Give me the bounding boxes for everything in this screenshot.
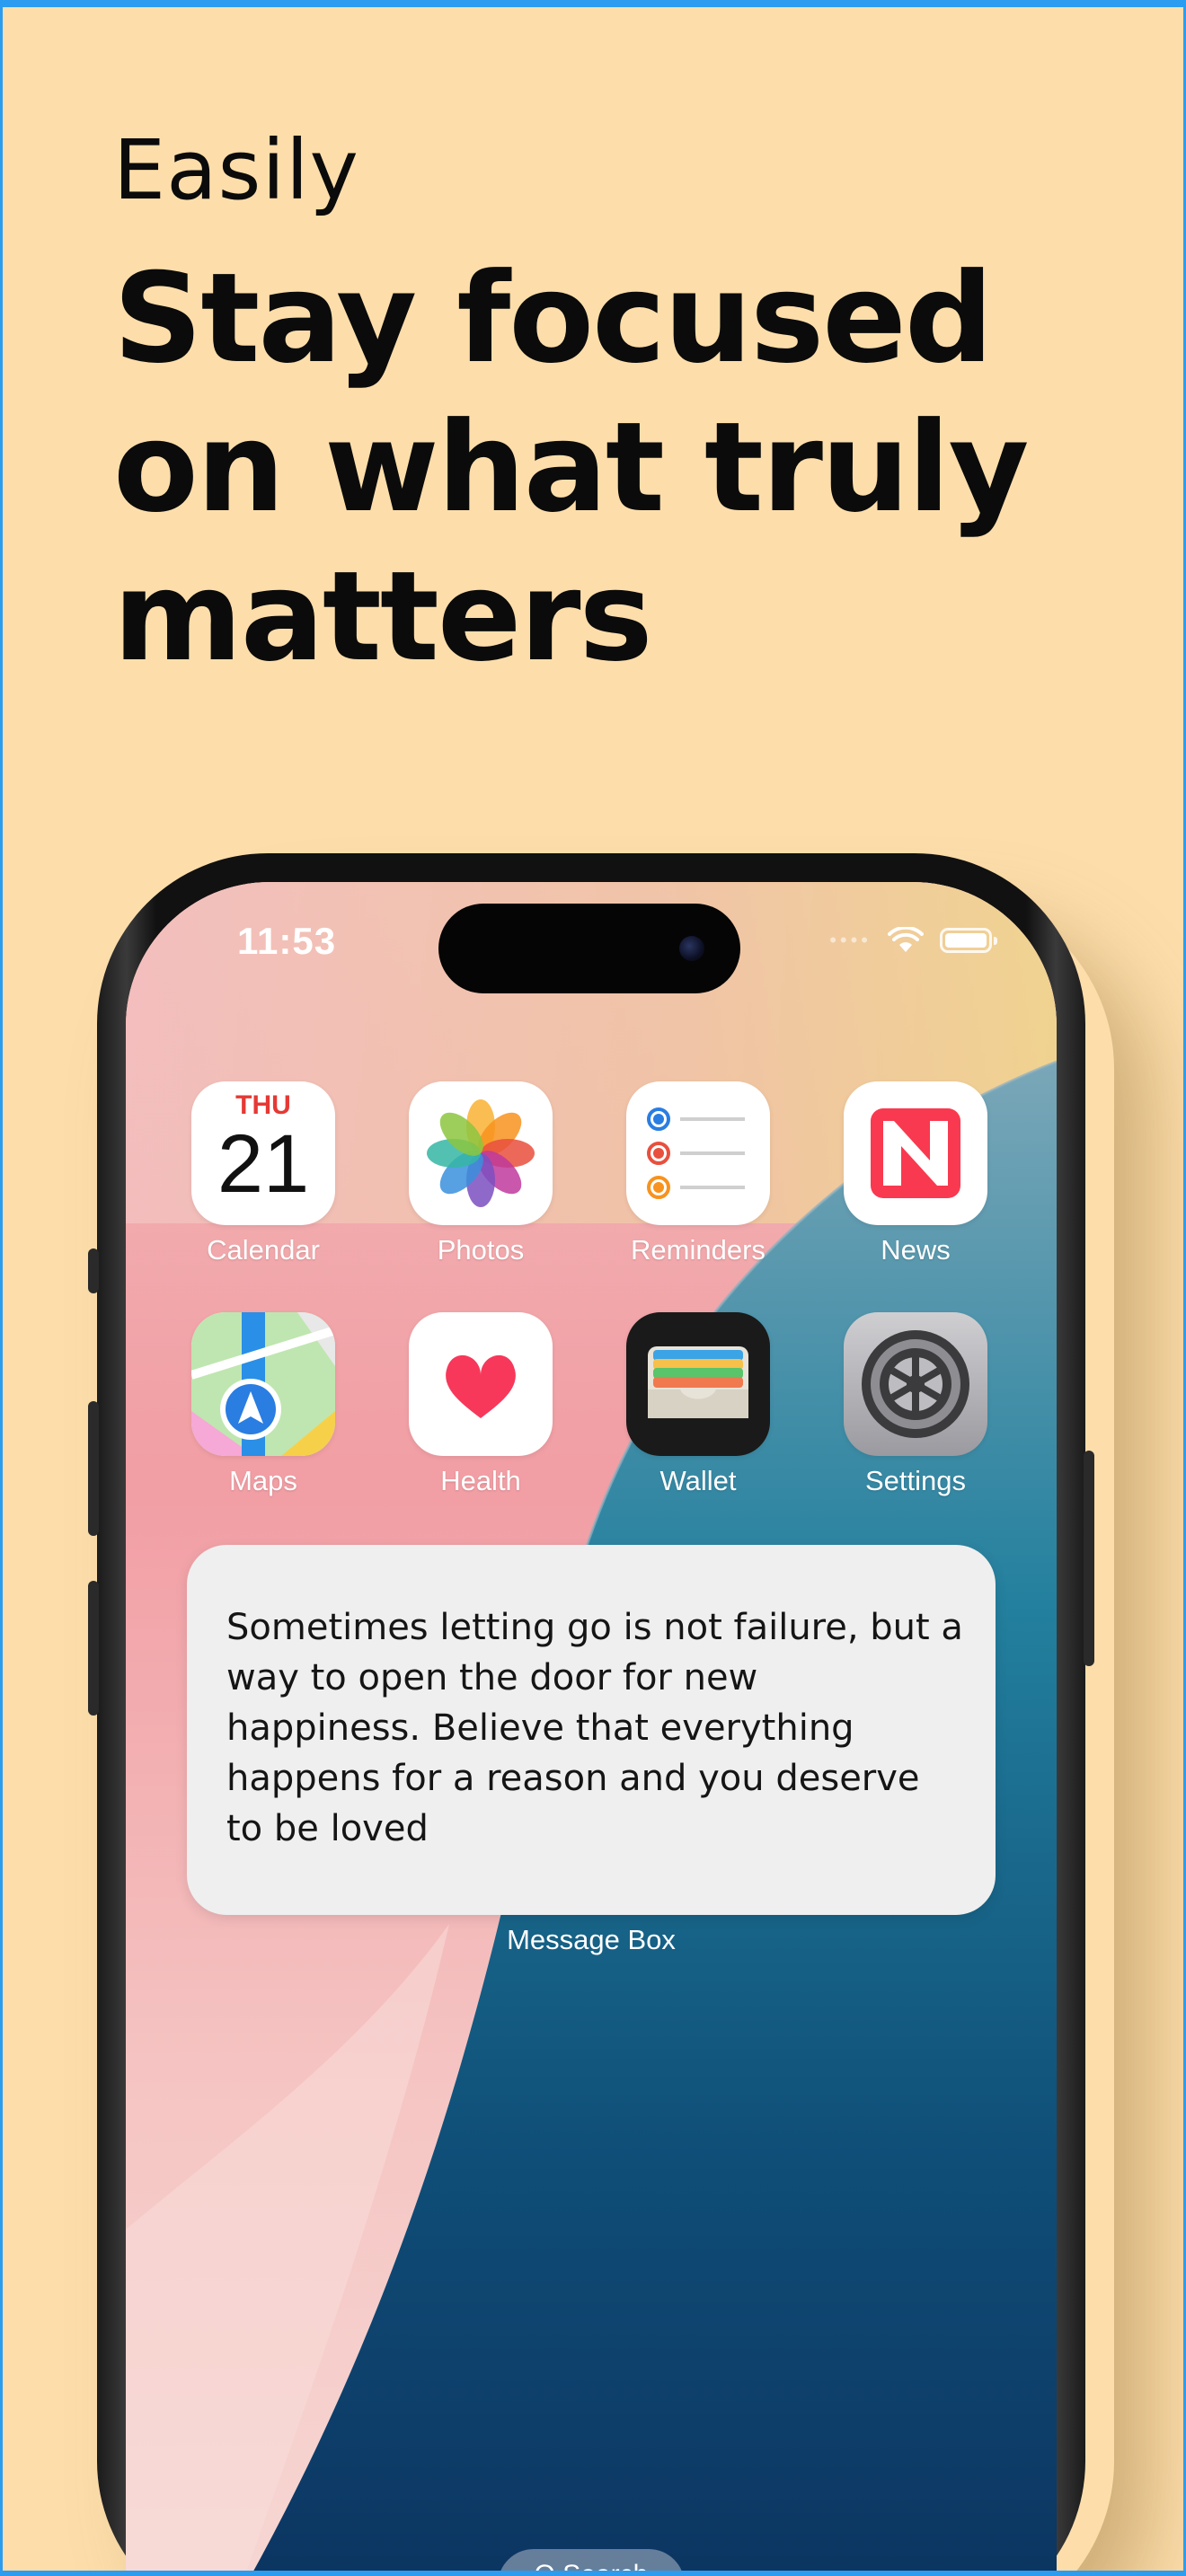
- dynamic-island: [438, 904, 740, 993]
- app-settings[interactable]: Settings: [844, 1312, 987, 1497]
- app-news[interactable]: News: [844, 1081, 987, 1266]
- app-label: News: [881, 1234, 951, 1266]
- reminders-icon: [626, 1081, 770, 1225]
- app-label: Maps: [229, 1465, 297, 1496]
- app-label: Settings: [864, 1465, 966, 1496]
- health-icon: [409, 1312, 553, 1456]
- headline-text: Stay focused on what truly matters: [113, 246, 1030, 689]
- wallet-icon: [626, 1312, 770, 1456]
- wifi-icon: [888, 927, 924, 952]
- app-label: Reminders: [631, 1234, 766, 1266]
- action-button: [88, 1248, 99, 1293]
- news-icon: [844, 1081, 987, 1225]
- power-button: [1084, 1451, 1094, 1666]
- battery-icon: [940, 928, 997, 953]
- cellular-signal-icon: ••••: [829, 929, 872, 951]
- front-camera-icon: [679, 936, 704, 961]
- marketing-header: Easily Stay focused on what truly matter…: [113, 117, 1120, 692]
- app-reminders[interactable]: Reminders: [626, 1081, 770, 1266]
- volume-up-button: [88, 1401, 99, 1536]
- kicker-text: Easily: [113, 122, 360, 218]
- phone-screen: 11:53 •••• THU 21 Calendar Photos Remind…: [126, 882, 1057, 2576]
- settings-icon: [844, 1312, 987, 1456]
- maps-icon: [191, 1312, 335, 1456]
- volume-down-button: [88, 1581, 99, 1716]
- widget-quote: Sometimes letting go is not failure, but…: [226, 1607, 963, 1849]
- photos-icon: [409, 1081, 553, 1225]
- app-wallet[interactable]: Wallet: [626, 1312, 770, 1497]
- app-photos[interactable]: Photos: [409, 1081, 553, 1266]
- status-time: 11:53: [237, 920, 337, 962]
- message-box-widget[interactable]: Sometimes letting go is not failure, but…: [187, 1545, 996, 1915]
- status-indicators: ••••: [829, 927, 997, 954]
- app-label: Photos: [437, 1234, 525, 1266]
- app-maps[interactable]: Maps: [191, 1312, 335, 1497]
- app-label: Calendar: [207, 1234, 320, 1266]
- calendar-icon: THU 21: [191, 1081, 335, 1225]
- widget-caption: Message Box: [507, 1924, 676, 1955]
- search-pill[interactable]: Q Search: [498, 2549, 685, 2576]
- calendar-date: 21: [217, 1118, 310, 1210]
- calendar-weekday: THU: [235, 1090, 291, 1120]
- app-label: Wallet: [659, 1465, 737, 1496]
- app-label: Health: [440, 1465, 521, 1496]
- app-health[interactable]: Health: [409, 1312, 553, 1497]
- app-calendar[interactable]: THU 21 Calendar: [191, 1081, 335, 1266]
